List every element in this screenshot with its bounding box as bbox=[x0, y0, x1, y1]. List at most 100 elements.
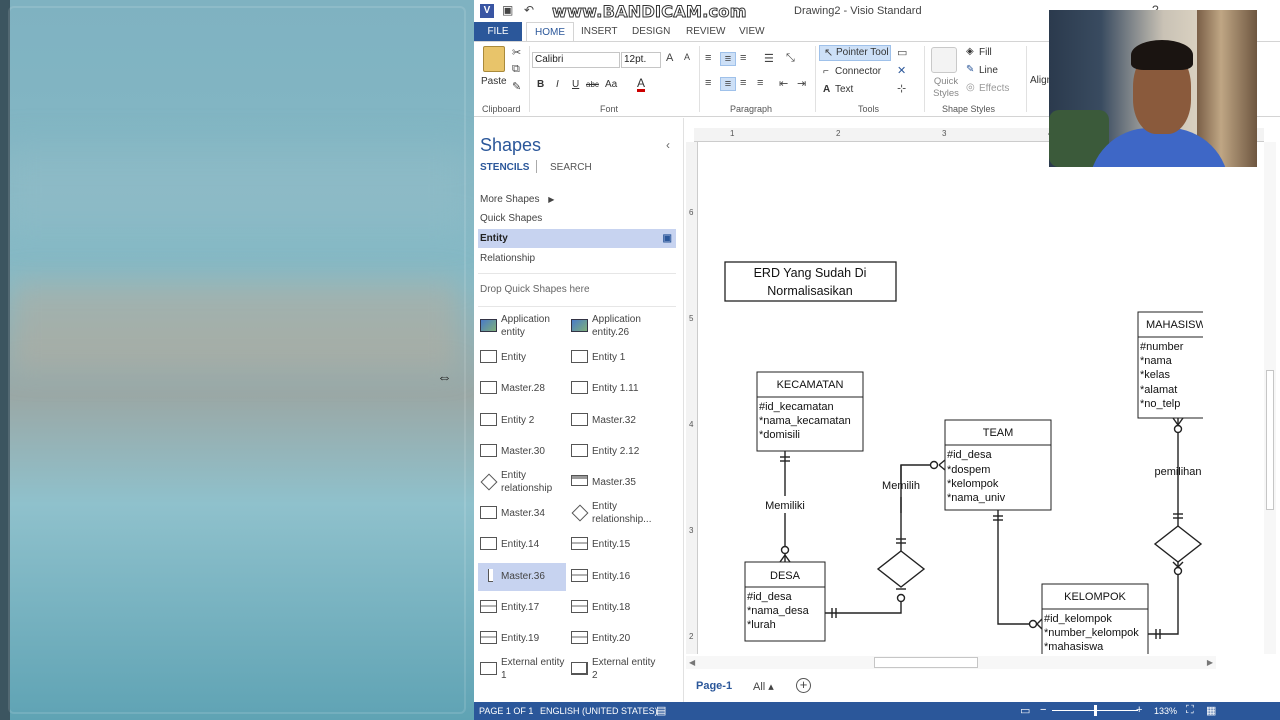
line-button[interactable]: Line bbox=[979, 65, 998, 76]
stencil-master[interactable]: Entity 2.12 bbox=[569, 438, 657, 466]
quick-shapes-drop-zone[interactable]: Drop Quick Shapes here bbox=[480, 284, 590, 295]
change-case-button[interactable]: Aa bbox=[605, 79, 617, 90]
page-tab-page-1[interactable]: Page-1 bbox=[696, 680, 732, 692]
stencil-master[interactable]: Master.32 bbox=[569, 407, 657, 435]
bullets-icon[interactable]: ☰ bbox=[764, 52, 774, 65]
text-direction-icon[interactable]: ⤡ bbox=[786, 52, 795, 65]
stencil-master[interactable]: Entity.20 bbox=[569, 625, 657, 653]
vertical-scrollbar[interactable] bbox=[1264, 142, 1276, 654]
decrease-indent-icon[interactable]: ⇤ bbox=[779, 77, 788, 90]
entity-mahasiswa[interactable]: MAHASISWA #number *nama *kelas *alamat *… bbox=[1137, 311, 1260, 423]
stencil-quick-shapes[interactable]: Quick Shapes bbox=[478, 209, 676, 228]
zoom-out-icon[interactable]: − bbox=[1040, 704, 1046, 716]
justify-icon[interactable]: ≡ bbox=[757, 77, 763, 89]
tab-home[interactable]: HOME bbox=[526, 22, 574, 41]
increase-indent-icon[interactable]: ⇥ bbox=[797, 77, 806, 90]
copy-icon[interactable]: ⧉ bbox=[512, 63, 520, 76]
save-stencil-icon[interactable]: ▣ bbox=[663, 229, 672, 248]
format-painter-icon[interactable]: ✎ bbox=[512, 80, 521, 93]
stencil-master[interactable]: Master.36 bbox=[478, 562, 566, 591]
tab-insert[interactable]: INSERT bbox=[573, 22, 626, 41]
status-page-indicator[interactable]: PAGE 1 OF 1 bbox=[479, 706, 533, 716]
italic-button[interactable]: I bbox=[556, 79, 559, 90]
stencil-master[interactable]: Entity relationship bbox=[478, 469, 566, 497]
stencil-master[interactable]: External entity 2 bbox=[569, 656, 657, 684]
diagram-title-box[interactable]: ERD Yang Sudah Di Normalisasikan bbox=[724, 261, 897, 302]
zoom-in-icon[interactable]: + bbox=[1136, 704, 1142, 716]
entity-kecamatan[interactable]: KECAMATAN #id_kecamatan *nama_kecamatan … bbox=[756, 371, 864, 452]
all-pages-button[interactable]: All ▴ bbox=[753, 680, 774, 693]
stencil-more-shapes[interactable]: More Shapes ▶ bbox=[478, 190, 676, 209]
tab-file[interactable]: FILE bbox=[474, 22, 522, 41]
zoom-slider-thumb[interactable] bbox=[1094, 705, 1097, 716]
font-family-select[interactable]: Calibri bbox=[532, 52, 620, 68]
zoom-level[interactable]: 133% bbox=[1154, 706, 1177, 716]
tab-view[interactable]: VIEW bbox=[731, 22, 773, 41]
paste-icon[interactable] bbox=[483, 46, 505, 72]
strikethrough-button[interactable]: abc bbox=[586, 80, 599, 89]
undo-icon[interactable]: ↶ bbox=[524, 3, 534, 17]
stencil-master[interactable]: Master.35 bbox=[569, 469, 657, 497]
horizontal-scrollbar[interactable]: ◀ ▶ bbox=[686, 656, 1216, 669]
stencil-master[interactable]: Entity.17 bbox=[478, 594, 566, 622]
quick-styles-button[interactable]: Quick Styles bbox=[931, 76, 961, 100]
stencil-master[interactable]: Entity.15 bbox=[569, 531, 657, 559]
macro-record-icon[interactable]: ▤ bbox=[656, 704, 666, 717]
status-language[interactable]: ENGLISH (UNITED STATES) bbox=[540, 706, 658, 716]
scroll-thumb[interactable] bbox=[874, 657, 978, 668]
connection-point-icon[interactable]: ⊹ bbox=[897, 82, 906, 95]
fit-window-icon[interactable]: ⛶ bbox=[1186, 704, 1194, 717]
scroll-right-icon[interactable]: ▶ bbox=[1207, 658, 1213, 667]
scroll-left-icon[interactable]: ◀ bbox=[689, 658, 695, 667]
effects-button[interactable]: Effects bbox=[979, 83, 1009, 94]
rectangle-shape-icon[interactable]: ▭ bbox=[897, 46, 907, 59]
tab-search[interactable]: SEARCH bbox=[550, 162, 592, 173]
switch-windows-icon[interactable]: ▦ bbox=[1206, 704, 1216, 717]
close-tool-icon[interactable]: ✕ bbox=[897, 64, 906, 77]
entity-kelompok[interactable]: KELOMPOK #id_kelompok *number_kelompok *… bbox=[1041, 583, 1149, 660]
stencil-master[interactable]: Entity bbox=[478, 344, 566, 372]
align-bottom-icon[interactable]: ≡ bbox=[740, 52, 746, 64]
shrink-font-icon[interactable]: A bbox=[684, 52, 690, 62]
paste-button[interactable]: Paste bbox=[481, 76, 507, 87]
scroll-thumb[interactable] bbox=[1266, 370, 1274, 510]
stencil-entity[interactable]: Entity ▣ bbox=[478, 229, 676, 248]
connector-button[interactable]: Connector bbox=[835, 66, 881, 77]
stencil-master[interactable]: Application entity bbox=[478, 313, 566, 341]
font-color-button[interactable]: A bbox=[637, 77, 646, 92]
stencil-master[interactable]: Entity 2 bbox=[478, 407, 566, 435]
quick-styles-icon[interactable] bbox=[931, 47, 957, 73]
stencil-relationship[interactable]: Relationship bbox=[478, 249, 676, 268]
stencil-master[interactable]: Entity relationship... bbox=[569, 500, 657, 528]
grow-font-icon[interactable]: A bbox=[666, 52, 673, 64]
stencil-master[interactable]: Entity.19 bbox=[478, 625, 566, 653]
align-right-icon[interactable]: ≡ bbox=[740, 77, 746, 89]
stencil-master[interactable]: Entity 1.11 bbox=[569, 375, 657, 403]
stencil-master[interactable]: Master.28 bbox=[478, 375, 566, 403]
entity-desa[interactable]: DESA #id_desa *nama_desa *lurah bbox=[744, 561, 826, 642]
collapse-pane-icon[interactable]: ‹ bbox=[666, 138, 670, 152]
save-icon[interactable]: ▣ bbox=[502, 3, 513, 17]
stencil-master[interactable]: Master.30 bbox=[478, 438, 566, 466]
stencil-master[interactable]: Entity.16 bbox=[569, 563, 657, 591]
tab-design[interactable]: DESIGN bbox=[624, 22, 678, 41]
font-size-select[interactable]: 12pt. bbox=[621, 52, 661, 68]
align-top-icon[interactable]: ≡ bbox=[705, 52, 711, 64]
stencil-master[interactable]: Entity 1 bbox=[569, 344, 657, 372]
align-center-icon[interactable]: ≡ bbox=[720, 77, 736, 91]
stencil-master[interactable]: Master.34 bbox=[478, 500, 566, 528]
tab-review[interactable]: REVIEW bbox=[678, 22, 733, 41]
bold-button[interactable]: B bbox=[537, 79, 544, 90]
align-left-icon[interactable]: ≡ bbox=[705, 77, 711, 89]
cut-icon[interactable]: ✂ bbox=[512, 46, 521, 59]
stencil-master[interactable]: Application entity.26 bbox=[569, 313, 657, 341]
align-middle-icon[interactable]: ≡ bbox=[720, 52, 736, 66]
fill-button[interactable]: Fill bbox=[979, 47, 992, 58]
fit-page-icon[interactable]: ▭ bbox=[1020, 704, 1030, 717]
stencil-master[interactable]: Entity.14 bbox=[478, 531, 566, 559]
tab-stencils[interactable]: STENCILS bbox=[480, 162, 529, 173]
underline-button[interactable]: U bbox=[572, 79, 579, 90]
stencil-master[interactable]: Entity.18 bbox=[569, 594, 657, 622]
text-tool-button[interactable]: Text bbox=[835, 84, 853, 95]
stencil-master[interactable]: External entity 1 bbox=[478, 656, 566, 684]
